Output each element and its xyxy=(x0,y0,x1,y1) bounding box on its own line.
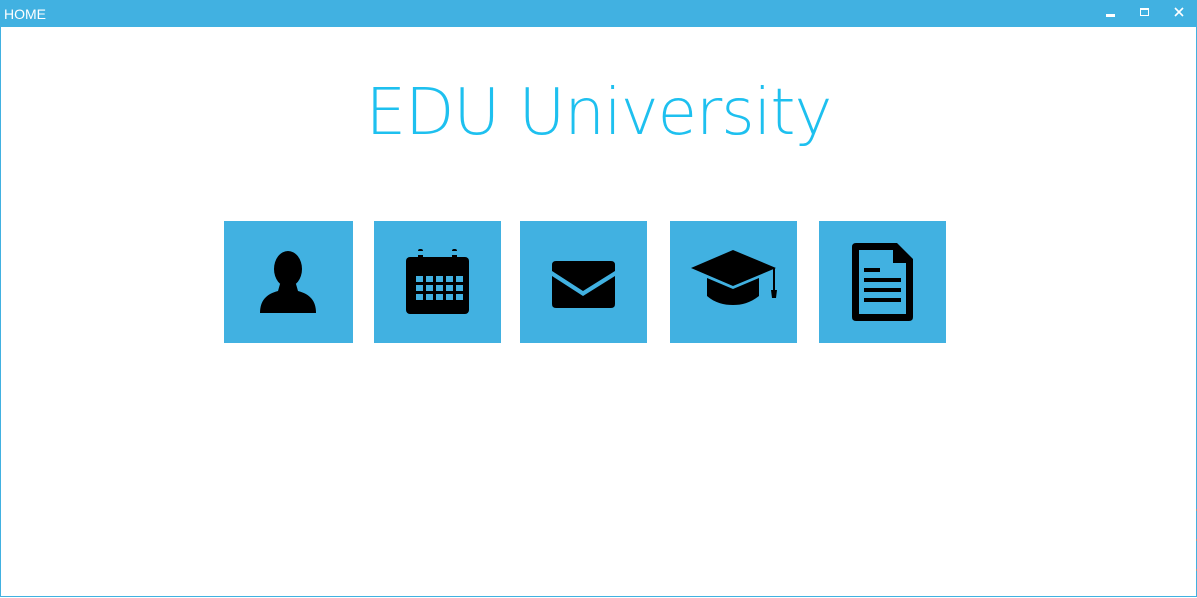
messages-tile-button[interactable] xyxy=(520,221,647,343)
graduation-cap-icon xyxy=(691,250,777,305)
courses-tile-button[interactable] xyxy=(670,221,797,343)
students-tile-button[interactable] xyxy=(224,221,353,343)
close-icon xyxy=(1174,7,1184,17)
mail-icon xyxy=(552,261,615,308)
documents-tile-button[interactable] xyxy=(819,221,946,343)
document-icon xyxy=(852,243,913,321)
calendar-icon xyxy=(406,249,469,314)
page-title: EDU University xyxy=(365,76,833,150)
minimize-icon xyxy=(1106,14,1115,17)
maximize-icon xyxy=(1140,8,1149,16)
title-bar[interactable]: HOME xyxy=(1,1,1196,27)
minimize-button[interactable] xyxy=(1094,1,1128,27)
maximize-button[interactable] xyxy=(1128,1,1162,27)
calendar-tile-button[interactable] xyxy=(374,221,501,343)
window-title: HOME xyxy=(4,6,46,22)
app-window: HOME EDU University xyxy=(0,0,1197,597)
close-button[interactable] xyxy=(1162,1,1196,27)
user-icon xyxy=(260,251,316,313)
resize-grip-icon[interactable] xyxy=(1192,501,1197,598)
